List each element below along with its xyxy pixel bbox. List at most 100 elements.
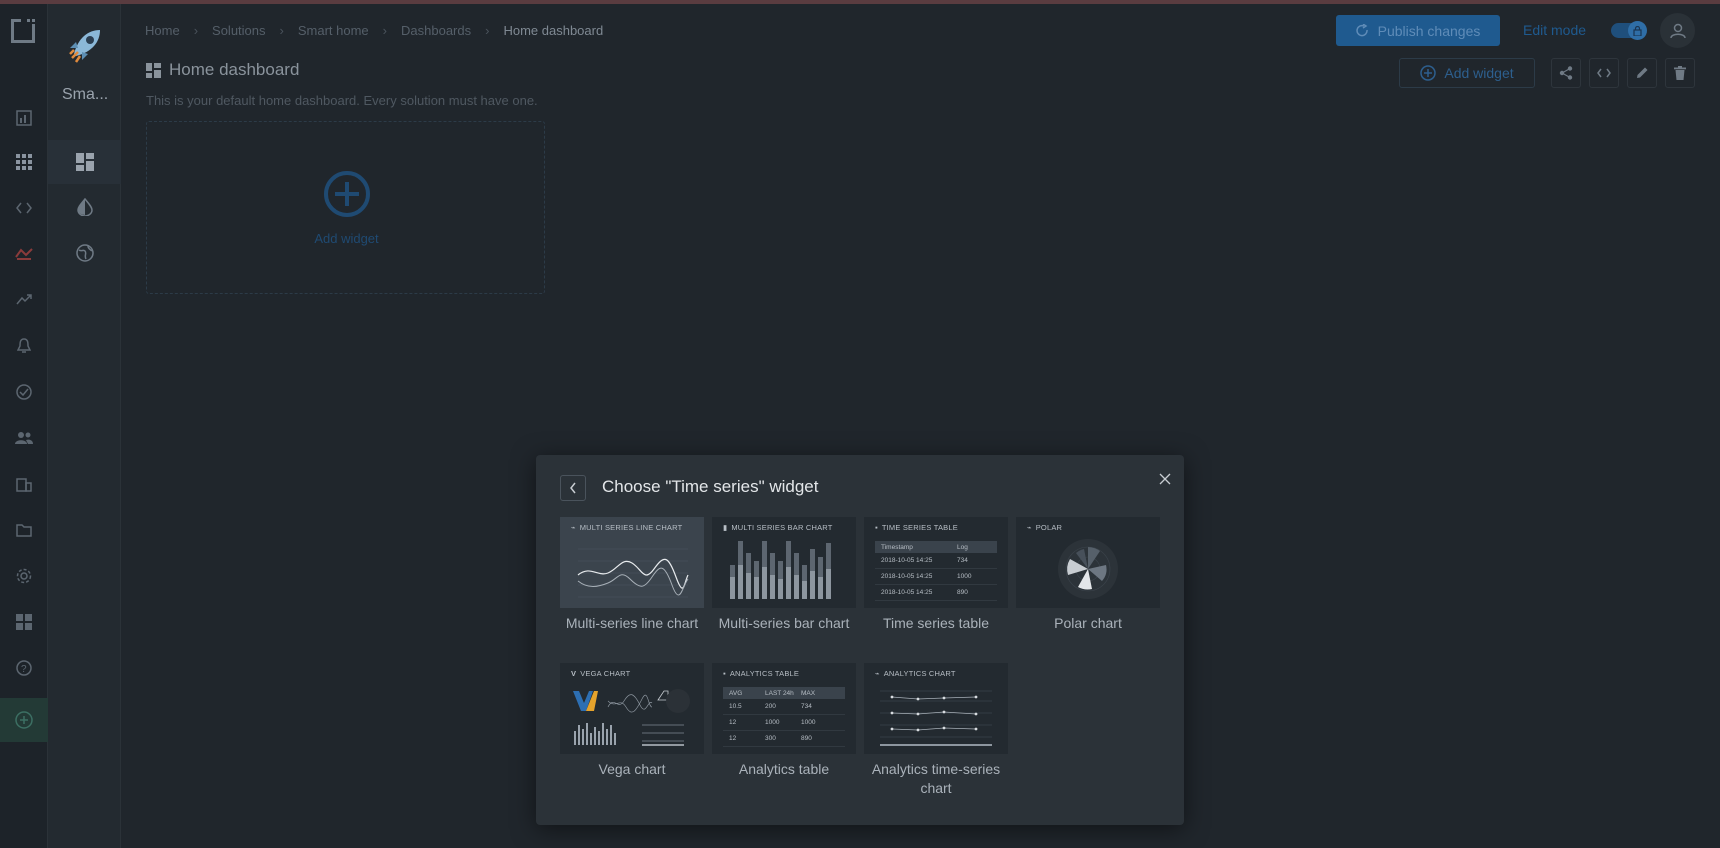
close-button[interactable] bbox=[1156, 470, 1174, 488]
device-icon[interactable] bbox=[14, 244, 34, 264]
add-widget-label: Add widget bbox=[1444, 65, 1514, 81]
vega-chart-illustration bbox=[573, 689, 690, 746]
bar-chart-illustration bbox=[730, 541, 831, 599]
app-logo-icon[interactable] bbox=[10, 18, 38, 46]
share-button[interactable] bbox=[1551, 58, 1581, 88]
users-icon[interactable] bbox=[14, 428, 34, 448]
help-icon[interactable]: ? bbox=[14, 658, 34, 678]
folder-icon[interactable] bbox=[14, 520, 34, 540]
widget-thumbnail: ▪ ANALYTICS TABLE AVG LAST 24h MAX 10.5 200 7… bbox=[712, 663, 856, 754]
widget-tile-multi-series-line-chart[interactable]: ⌁ MULTI SERIES LINE CHART Multi-series li… bbox=[560, 517, 704, 633]
widget-tile-time-series-table[interactable]: ▪ TIME SERIES TABLE Timestamp Log 2018-10-… bbox=[864, 517, 1008, 633]
widget-tile-vega-chart[interactable]: V VEGA CHART Vega chart bbox=[560, 663, 704, 779]
table-cell: 890 bbox=[801, 735, 812, 742]
code-icon[interactable] bbox=[14, 198, 34, 218]
trend-icon[interactable] bbox=[14, 290, 34, 310]
add-widget-button[interactable]: Add widget bbox=[1399, 58, 1535, 88]
widget-thumbnail: V VEGA CHART bbox=[560, 663, 704, 754]
widget-tile-polar-chart[interactable]: ⌁ POLAR Polar chart bbox=[1016, 517, 1160, 633]
solution-dashboards-item[interactable] bbox=[48, 140, 121, 184]
user-avatar[interactable] bbox=[1660, 13, 1695, 48]
placeholder-label: Add widget bbox=[314, 231, 379, 246]
table-cell: 2018-10-05 14:25 bbox=[881, 589, 933, 596]
page-description: This is your default home dashboard. Eve… bbox=[146, 93, 538, 108]
widget-name: Analytics time-series chart bbox=[871, 761, 1001, 796]
bell-icon[interactable] bbox=[14, 336, 34, 356]
edit-mode-toggle[interactable] bbox=[1611, 21, 1647, 40]
table-icon: ▪ bbox=[723, 669, 726, 678]
table-header: LAST 24h bbox=[765, 689, 794, 697]
page-title: Home dashboard bbox=[169, 60, 300, 79]
widget-tile-analytics-time-series-chart[interactable]: ⌁ ANALYTICS CHART Analytics time-series c… bbox=[864, 663, 1008, 798]
publish-label: Publish changes bbox=[1377, 22, 1481, 39]
table-row: 12 300 890 bbox=[723, 731, 845, 747]
publish-changes-button[interactable]: Publish changes bbox=[1336, 15, 1500, 46]
add-widget-placeholder[interactable]: Add widget bbox=[146, 121, 545, 294]
dashboard-nav-icon[interactable] bbox=[14, 108, 34, 128]
breadcrumb-current: Home dashboard bbox=[503, 23, 604, 38]
main-nav-rail: ? bbox=[0, 4, 48, 848]
table-cell: 734 bbox=[957, 557, 968, 564]
table-icon: ▪ bbox=[875, 523, 878, 532]
breadcrumb-smart-home[interactable]: Smart home bbox=[298, 23, 369, 38]
edit-mode-label: Edit mode bbox=[1523, 22, 1587, 38]
apps-grid-icon[interactable] bbox=[14, 152, 34, 172]
table-cell: 12 bbox=[729, 719, 737, 726]
settings-icon[interactable] bbox=[14, 566, 34, 586]
page-title-row: Home dashboard bbox=[146, 60, 299, 80]
widget-thumbnail: ▮ MULTI SERIES BAR CHART bbox=[712, 517, 856, 608]
table-row: 2018-10-05 14:25 890 bbox=[875, 585, 997, 601]
table-cell: 1000 bbox=[957, 573, 972, 580]
table-header: Timestamp bbox=[881, 543, 913, 551]
widget-tile-analytics-table[interactable]: ▪ ANALYTICS TABLE AVG LAST 24h MAX 10.5 200 7… bbox=[712, 663, 856, 779]
widget-tile-multi-series-bar-chart[interactable]: ▮ MULTI SERIES BAR CHART Multi-series bar… bbox=[712, 517, 856, 633]
choose-widget-modal: Choose "Time series" widget ⌁ MULTI SERIE… bbox=[536, 455, 1184, 825]
chevron-right-icon: › bbox=[485, 23, 490, 38]
table-row: 12 1000 1000 bbox=[723, 715, 845, 731]
table-cell: 890 bbox=[957, 589, 968, 596]
solution-panel: Sma... bbox=[48, 4, 121, 848]
share-icon bbox=[1559, 66, 1573, 80]
table-cell: 734 bbox=[801, 703, 812, 710]
dashboard-icon bbox=[146, 62, 161, 78]
chevron-right-icon: › bbox=[193, 23, 199, 38]
breadcrumb-dashboards[interactable]: Dashboards bbox=[401, 23, 471, 38]
solution-rocket-icon bbox=[69, 30, 100, 63]
solution-name: Sma... bbox=[62, 86, 109, 103]
line-chart-illustration bbox=[577, 548, 689, 598]
table-header: AVG bbox=[729, 689, 743, 697]
globe-icon[interactable] bbox=[48, 231, 121, 275]
building-icon[interactable] bbox=[14, 474, 34, 494]
widgets-icon[interactable] bbox=[14, 612, 34, 632]
refresh-icon bbox=[1355, 24, 1368, 37]
breadcrumb-home[interactable]: Home bbox=[145, 23, 180, 38]
chevron-right-icon: › bbox=[382, 23, 388, 38]
widget-name: Multi-series line chart bbox=[565, 615, 699, 631]
table-row: 2018-10-05 14:25 734 bbox=[875, 553, 997, 569]
delete-button[interactable] bbox=[1665, 58, 1695, 88]
edit-button[interactable] bbox=[1627, 58, 1657, 88]
add-circle-icon bbox=[1420, 65, 1437, 81]
table-cell: 200 bbox=[765, 703, 776, 710]
breadcrumb-solutions[interactable]: Solutions bbox=[212, 23, 265, 38]
pencil-icon bbox=[1637, 67, 1648, 78]
table-row: 2018-10-05 14:25 1000 bbox=[875, 569, 997, 585]
back-button[interactable] bbox=[560, 475, 586, 501]
widget-thumbnail: ⌁ MULTI SERIES LINE CHART bbox=[560, 517, 704, 608]
table-cell: 1000 bbox=[801, 719, 816, 726]
top-accent-line bbox=[0, 0, 1720, 4]
widget-name: Polar chart bbox=[1054, 615, 1122, 631]
table-row: 10.5 200 734 bbox=[723, 699, 845, 715]
widget-name: Time series table bbox=[882, 615, 990, 631]
widget-thumbnail: ⌁ ANALYTICS CHART bbox=[864, 663, 1008, 754]
chevron-left-icon bbox=[570, 482, 576, 494]
thumb-title: ANALYTICS TABLE bbox=[729, 669, 800, 678]
code-button[interactable] bbox=[1589, 58, 1619, 88]
widget-name: Analytics table bbox=[738, 761, 830, 777]
check-circle-icon[interactable] bbox=[14, 382, 34, 402]
add-solution-icon[interactable] bbox=[0, 698, 48, 742]
close-icon bbox=[1159, 473, 1171, 485]
table-cell: 1000 bbox=[765, 719, 780, 726]
widget-thumbnail: ▪ TIME SERIES TABLE Timestamp Log 2018-10-… bbox=[864, 517, 1008, 608]
theme-contrast-icon[interactable] bbox=[48, 185, 121, 229]
